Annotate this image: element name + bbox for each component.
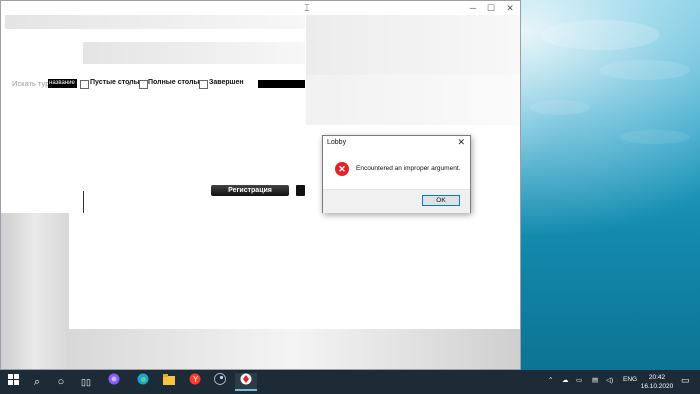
filter-finished-label: Завершен [209,79,244,86]
language-indicator[interactable]: ENG [623,376,637,383]
search-label: Искать тур [12,79,50,88]
minimize-button[interactable]: ─ [467,2,479,14]
app-titlebar: ⌶ ─ ☐ ✕ [1,1,520,15]
search-input[interactable]: название [48,79,77,88]
cortana-icon[interactable]: ○ [52,373,70,391]
header-right-panel [306,15,520,75]
windows-start-icon[interactable] [4,373,22,391]
battery-icon[interactable]: ▭ [576,376,582,384]
cloud-icon[interactable]: ☁ [562,376,569,384]
clock-date: 16.10.2020 [640,383,674,390]
taskbar: ⌕ ○ ▯▯ Y ⌃ ☁ ▭ ▤ ◁) ENG ▭ [0,370,700,394]
secondary-button[interactable] [296,185,305,196]
edge-icon[interactable] [134,373,152,391]
header-band [5,15,305,29]
filter-finished-checkbox[interactable] [199,80,208,89]
text-cursor [83,191,84,213]
close-button[interactable]: ✕ [504,2,516,14]
filter-full-tables-label: Полные столы [148,79,200,86]
error-icon: ✕ [335,162,349,176]
search-icon[interactable]: ⌕ [28,373,46,391]
ok-button[interactable]: OK [422,195,460,206]
clock-time: 20:42 [648,374,666,381]
yandex-browser-icon[interactable]: Y [186,373,204,391]
svg-text:Y: Y [193,375,199,384]
filter-empty-tables-checkbox[interactable] [80,80,89,89]
file-explorer-icon[interactable] [160,373,178,391]
pin-icon[interactable]: ⌶ [301,2,313,14]
network-icon[interactable]: ▤ [592,376,598,384]
filter-empty-tables-label: Пустые столы [90,79,140,86]
error-dialog: Lobby ✕ ✕ Encountered an improper argume… [322,135,471,213]
maximize-button[interactable]: ☐ [485,2,497,14]
dialog-close-button[interactable]: ✕ [457,137,465,148]
bottom-panel [69,329,520,369]
steam-icon[interactable] [211,373,229,391]
left-panel [1,213,69,369]
clock[interactable]: 20:42 16.10.2020 [640,373,674,391]
volume-icon[interactable]: ◁) [606,376,613,384]
banner-area [83,42,305,64]
notification-icon[interactable]: ▭ [681,375,690,386]
task-view-icon[interactable]: ▯▯ [77,373,95,391]
dialog-message: Encountered an improper argument. [356,165,461,172]
chevron-up-icon[interactable]: ⌃ [548,376,553,384]
poker-app-icon[interactable] [235,373,257,391]
filter-full-tables-checkbox[interactable] [139,80,148,89]
redacted-field [258,80,305,88]
right-panel [306,75,520,125]
dialog-title: Lobby [327,139,347,146]
alice-icon[interactable] [105,373,123,391]
register-button[interactable]: Регистрация [211,185,289,196]
search-icon[interactable]: ⌕ [127,79,131,89]
